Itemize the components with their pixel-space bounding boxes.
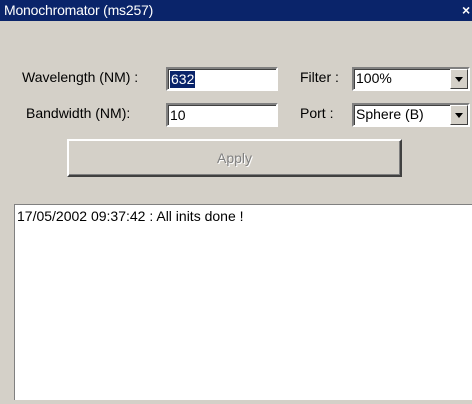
port-select[interactable]: Sphere (B) (352, 103, 470, 127)
wavelength-input[interactable]: 632 (166, 67, 278, 91)
filter-label: Filter : (300, 69, 339, 85)
filter-value: 100% (356, 70, 392, 86)
chevron-down-icon (455, 77, 463, 82)
filter-dropdown-button[interactable] (450, 69, 468, 89)
filter-select[interactable]: 100% (352, 67, 470, 91)
settings-panel: Wavelength (NM) : 632 Filter : 100% Band… (0, 21, 472, 199)
wavelength-label: Wavelength (NM) : (22, 69, 139, 85)
bandwidth-value: 10 (170, 107, 186, 123)
bandwidth-input[interactable]: 10 (166, 103, 278, 127)
log-output[interactable]: 17/05/2002 09:37:42 : All inits done ! (14, 204, 472, 400)
chevron-down-icon (455, 113, 463, 118)
bandwidth-label: Bandwidth (NM): (26, 105, 131, 121)
log-line: 17/05/2002 09:37:42 : All inits done ! (17, 208, 244, 224)
window-title: Monochromator (ms257) (4, 2, 154, 18)
title-bar[interactable]: Monochromator (ms257) × (0, 0, 472, 21)
close-icon[interactable]: × (462, 2, 472, 18)
port-label: Port : (300, 105, 334, 121)
port-dropdown-button[interactable] (450, 105, 468, 125)
apply-button-label: Apply (216, 150, 253, 166)
wavelength-value: 632 (170, 71, 196, 88)
apply-button[interactable]: Apply (67, 139, 402, 177)
port-value: Sphere (B) (356, 106, 424, 122)
